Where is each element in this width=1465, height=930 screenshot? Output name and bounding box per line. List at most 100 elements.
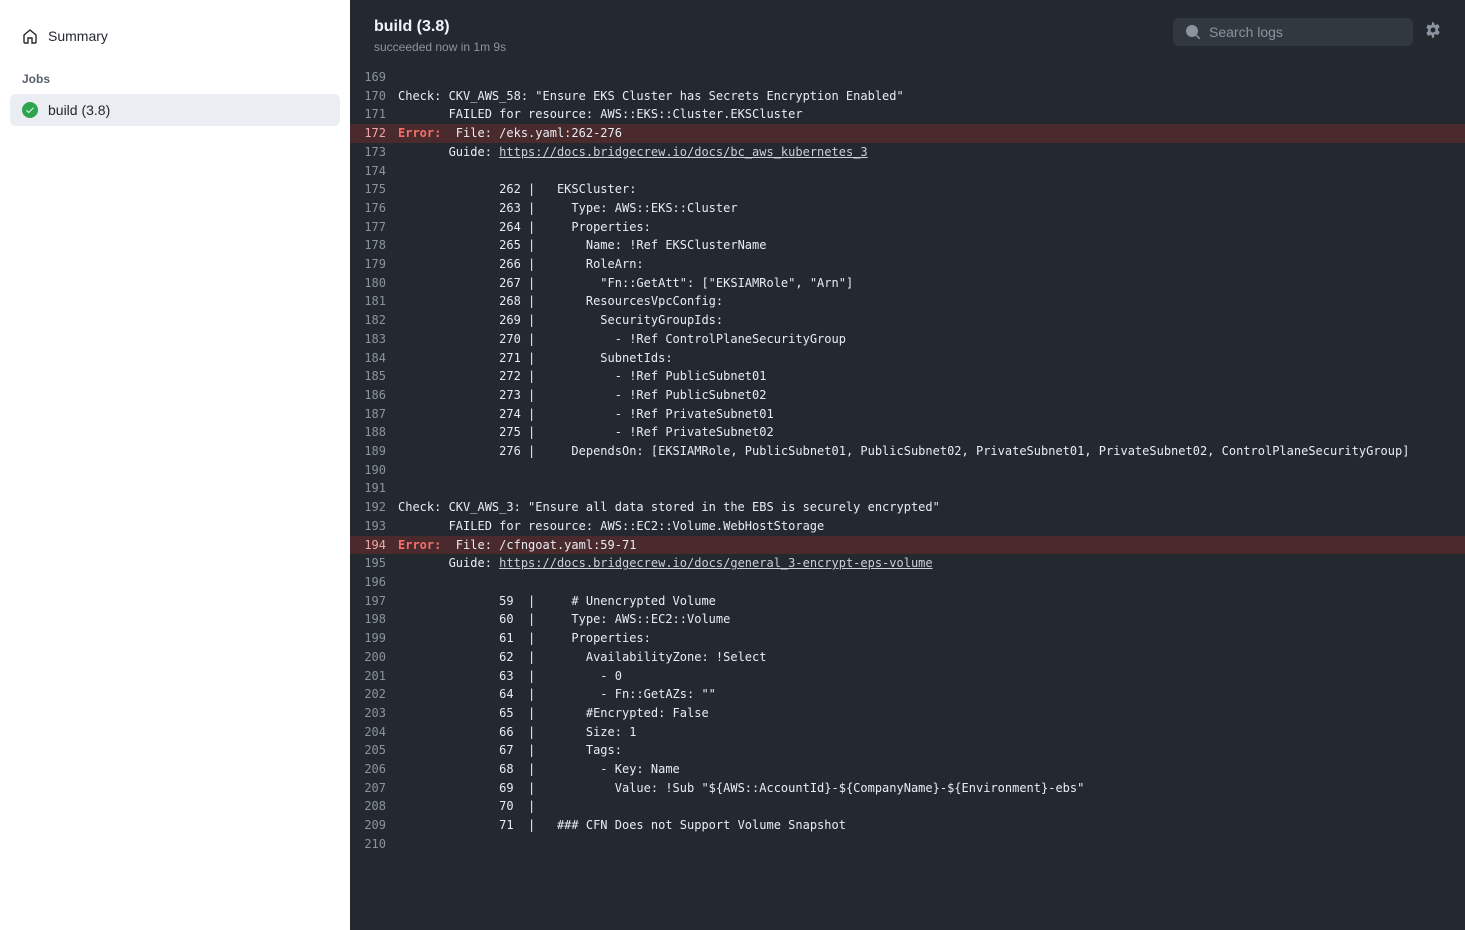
line-content: 269 | SecurityGroupIds: — [398, 311, 1465, 330]
line-content: 264 | Properties: — [398, 218, 1465, 237]
sidebar-jobs-heading: Jobs — [10, 56, 340, 94]
log-line[interactable]: 201 63 | - 0 — [350, 667, 1465, 686]
line-number: 203 — [350, 704, 398, 723]
line-content: 68 | - Key: Name — [398, 760, 1465, 779]
log-line[interactable]: 203 65 | #Encrypted: False — [350, 704, 1465, 723]
search-icon — [1185, 24, 1201, 40]
line-content: 275 | - !Ref PrivateSubnet02 — [398, 423, 1465, 442]
sidebar-job-label: build (3.8) — [48, 102, 110, 118]
line-content: Guide: https://docs.bridgecrew.io/docs/g… — [398, 554, 1465, 573]
line-content: 60 | Type: AWS::EC2::Volume — [398, 610, 1465, 629]
log-line[interactable]: 183 270 | - !Ref ControlPlaneSecurityGro… — [350, 330, 1465, 349]
line-number: 208 — [350, 797, 398, 816]
log-line[interactable]: 191 — [350, 479, 1465, 498]
line-number: 200 — [350, 648, 398, 667]
line-content: 64 | - Fn::GetAZs: "" — [398, 685, 1465, 704]
log-line[interactable]: 193 FAILED for resource: AWS::EC2::Volum… — [350, 517, 1465, 536]
search-box[interactable] — [1173, 18, 1413, 46]
main-panel: build (3.8) succeeded now in 1m 9s 16917… — [350, 0, 1465, 930]
line-number: 177 — [350, 218, 398, 237]
log-line[interactable]: 195 Guide: https://docs.bridgecrew.io/do… — [350, 554, 1465, 573]
line-number: 175 — [350, 180, 398, 199]
log-line[interactable]: 178 265 | Name: !Ref EKSClusterName — [350, 236, 1465, 255]
line-number: 210 — [350, 835, 398, 854]
line-number: 207 — [350, 779, 398, 798]
log-line[interactable]: 176 263 | Type: AWS::EKS::Cluster — [350, 199, 1465, 218]
line-content — [398, 835, 1465, 854]
error-label: Error: — [398, 538, 441, 552]
log-line[interactable]: 197 59 | # Unencrypted Volume — [350, 592, 1465, 611]
log-line[interactable]: 175 262 | EKSCluster: — [350, 180, 1465, 199]
settings-button[interactable] — [1425, 22, 1441, 43]
line-number: 170 — [350, 87, 398, 106]
log-line[interactable]: 200 62 | AvailabilityZone: !Select — [350, 648, 1465, 667]
log-line[interactable]: 185 272 | - !Ref PublicSubnet01 — [350, 367, 1465, 386]
log-line[interactable]: 184 271 | SubnetIds: — [350, 349, 1465, 368]
log-line[interactable]: 199 61 | Properties: — [350, 629, 1465, 648]
log-line[interactable]: 202 64 | - Fn::GetAZs: "" — [350, 685, 1465, 704]
line-content: 65 | #Encrypted: False — [398, 704, 1465, 723]
line-content: FAILED for resource: AWS::EC2::Volume.We… — [398, 517, 1465, 536]
log-line[interactable]: 177 264 | Properties: — [350, 218, 1465, 237]
line-number: 174 — [350, 162, 398, 181]
line-number: 185 — [350, 367, 398, 386]
log-line[interactable]: 188 275 | - !Ref PrivateSubnet02 — [350, 423, 1465, 442]
line-number: 179 — [350, 255, 398, 274]
log-line[interactable]: 210 — [350, 835, 1465, 854]
line-number: 191 — [350, 479, 398, 498]
line-content — [398, 573, 1465, 592]
log-line[interactable]: 209 71 | ### CFN Does not Support Volume… — [350, 816, 1465, 835]
log-line[interactable]: 206 68 | - Key: Name — [350, 760, 1465, 779]
log-line[interactable]: 192Check: CKV_AWS_3: "Ensure all data st… — [350, 498, 1465, 517]
log-line[interactable]: 173 Guide: https://docs.bridgecrew.io/do… — [350, 143, 1465, 162]
log-line[interactable]: 186 273 | - !Ref PublicSubnet02 — [350, 386, 1465, 405]
line-number: 194 — [350, 536, 398, 555]
sidebar-item-summary[interactable]: Summary — [10, 20, 340, 52]
line-number: 183 — [350, 330, 398, 349]
line-content: 268 | ResourcesVpcConfig: — [398, 292, 1465, 311]
log-line[interactable]: 169 — [350, 68, 1465, 87]
log-line[interactable]: 180 267 | "Fn::GetAtt": ["EKSIAMRole", "… — [350, 274, 1465, 293]
line-content: 267 | "Fn::GetAtt": ["EKSIAMRole", "Arn"… — [398, 274, 1465, 293]
log-line[interactable]: 172Error: File: /eks.yaml:262-276 — [350, 124, 1465, 143]
log-line[interactable]: 179 266 | RoleArn: — [350, 255, 1465, 274]
line-number: 192 — [350, 498, 398, 517]
sidebar-summary-label: Summary — [48, 28, 108, 44]
log-line[interactable]: 190 — [350, 461, 1465, 480]
header-right — [1173, 18, 1441, 46]
guide-link[interactable]: https://docs.bridgecrew.io/docs/bc_aws_k… — [499, 145, 867, 159]
line-content: 270 | - !Ref ControlPlaneSecurityGroup — [398, 330, 1465, 349]
search-input[interactable] — [1209, 24, 1401, 40]
log-line[interactable]: 187 274 | - !Ref PrivateSubnet01 — [350, 405, 1465, 424]
log-line[interactable]: 171 FAILED for resource: AWS::EKS::Clust… — [350, 105, 1465, 124]
line-content: 271 | SubnetIds: — [398, 349, 1465, 368]
log-line[interactable]: 205 67 | Tags: — [350, 741, 1465, 760]
line-number: 202 — [350, 685, 398, 704]
line-number: 201 — [350, 667, 398, 686]
log-line[interactable]: 196 — [350, 573, 1465, 592]
sidebar-item-job-build[interactable]: build (3.8) — [10, 94, 340, 126]
log-line[interactable]: 204 66 | Size: 1 — [350, 723, 1465, 742]
log-line[interactable]: 181 268 | ResourcesVpcConfig: — [350, 292, 1465, 311]
log-line[interactable]: 207 69 | Value: !Sub "${AWS::AccountId}-… — [350, 779, 1465, 798]
line-number: 173 — [350, 143, 398, 162]
line-content: 273 | - !Ref PublicSubnet02 — [398, 386, 1465, 405]
log-view[interactable]: 169170Check: CKV_AWS_58: "Ensure EKS Clu… — [350, 68, 1465, 930]
line-content: Guide: https://docs.bridgecrew.io/docs/b… — [398, 143, 1465, 162]
log-line[interactable]: 182 269 | SecurityGroupIds: — [350, 311, 1465, 330]
log-line[interactable]: 170Check: CKV_AWS_58: "Ensure EKS Cluste… — [350, 87, 1465, 106]
line-content: 66 | Size: 1 — [398, 723, 1465, 742]
line-number: 193 — [350, 517, 398, 536]
line-number: 195 — [350, 554, 398, 573]
log-line[interactable]: 208 70 | — [350, 797, 1465, 816]
line-content: Check: CKV_AWS_3: "Ensure all data store… — [398, 498, 1465, 517]
line-number: 169 — [350, 68, 398, 87]
guide-link[interactable]: https://docs.bridgecrew.io/docs/general_… — [499, 556, 932, 570]
line-number: 209 — [350, 816, 398, 835]
line-number: 186 — [350, 386, 398, 405]
log-line[interactable]: 174 — [350, 162, 1465, 181]
line-number: 187 — [350, 405, 398, 424]
log-line[interactable]: 198 60 | Type: AWS::EC2::Volume — [350, 610, 1465, 629]
log-line[interactable]: 189 276 | DependsOn: [EKSIAMRole, Public… — [350, 442, 1465, 461]
log-line[interactable]: 194Error: File: /cfngoat.yaml:59-71 — [350, 536, 1465, 555]
